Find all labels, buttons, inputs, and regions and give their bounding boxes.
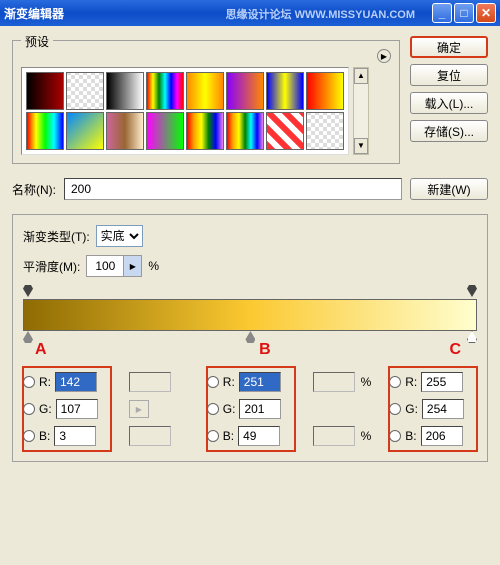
smoothness-input[interactable]: 100▶	[86, 255, 142, 277]
watermark-text: 思缘设计论坛 WWW.MISSYUAN.COM	[226, 6, 415, 22]
maximize-button[interactable]: □	[454, 3, 474, 23]
disabled-field	[313, 426, 355, 446]
color-stop[interactable]	[245, 331, 255, 343]
g-radio[interactable]	[207, 403, 219, 415]
preset-swatch[interactable]	[66, 112, 104, 150]
presets-scrollbar[interactable]	[353, 67, 369, 155]
preset-swatch[interactable]	[266, 72, 304, 110]
presets-fieldset: 预设 ▶	[12, 40, 400, 164]
g-input[interactable]: 254	[422, 399, 464, 419]
gradient-type-label: 渐变类型(T):	[23, 228, 90, 245]
b-radio[interactable]	[207, 430, 219, 442]
r-radio[interactable]	[23, 376, 35, 388]
preset-swatch[interactable]	[186, 72, 224, 110]
preset-swatch[interactable]	[106, 72, 144, 110]
preset-swatch[interactable]	[226, 112, 264, 150]
reset-button[interactable]: 复位	[410, 64, 488, 86]
disabled-field	[129, 426, 171, 446]
stop-a-column: R:142 G:107 B:3	[23, 367, 111, 451]
r-input[interactable]: 251	[239, 372, 281, 392]
stop-b-column: R:251 G:201 B:49	[207, 367, 295, 451]
g-input[interactable]: 201	[239, 399, 281, 419]
minimize-button[interactable]: _	[432, 3, 452, 23]
gradient-config: 渐变类型(T): 实底 平滑度(M): 100▶ % A B C	[12, 214, 488, 462]
preset-swatch[interactable]	[306, 112, 344, 150]
ok-button[interactable]: 确定	[410, 36, 488, 58]
load-button[interactable]: 载入(L)...	[410, 92, 488, 114]
r-radio[interactable]	[389, 376, 401, 388]
gradient-type-select[interactable]: 实底	[96, 225, 143, 247]
b-input[interactable]: 3	[54, 426, 96, 446]
opacity-stop[interactable]	[23, 285, 33, 297]
preset-swatch[interactable]	[306, 72, 344, 110]
gradient-bar[interactable]	[23, 299, 477, 331]
percent-label: %	[148, 259, 159, 273]
g-radio[interactable]	[389, 403, 401, 415]
r-radio[interactable]	[207, 376, 219, 388]
opacity-stop[interactable]	[467, 285, 477, 297]
preset-swatch[interactable]	[26, 112, 64, 150]
color-stop[interactable]	[23, 331, 33, 343]
b-radio[interactable]	[389, 430, 401, 442]
preset-swatch[interactable]	[226, 72, 264, 110]
b-radio[interactable]	[23, 430, 35, 442]
name-input[interactable]: 200	[64, 178, 402, 200]
preset-swatch[interactable]	[106, 112, 144, 150]
opacity-stops-rail[interactable]	[23, 285, 477, 299]
save-button[interactable]: 存储(S)...	[410, 120, 488, 142]
marker-a: A	[35, 341, 47, 359]
disabled-field	[129, 372, 171, 392]
name-label: 名称(N):	[12, 181, 56, 198]
arrow-button: ▶	[129, 400, 149, 418]
b-input[interactable]: 49	[238, 426, 280, 446]
close-button[interactable]: ✕	[476, 3, 496, 23]
b-input[interactable]: 206	[421, 426, 463, 446]
smoothness-label: 平滑度(M):	[23, 258, 80, 275]
preset-swatch[interactable]	[146, 72, 184, 110]
preset-swatches[interactable]	[21, 67, 349, 155]
preset-swatch[interactable]	[266, 112, 304, 150]
marker-b: B	[259, 341, 271, 359]
color-stop[interactable]	[467, 331, 477, 343]
r-input[interactable]: 255	[421, 372, 463, 392]
preset-swatch[interactable]	[66, 72, 104, 110]
stop-c-column: R:255 G:254 B:206	[389, 367, 477, 451]
presets-menu-icon[interactable]: ▶	[377, 49, 391, 63]
color-stops-rail[interactable]	[23, 331, 477, 345]
preset-swatch[interactable]	[146, 112, 184, 150]
window-title: 渐变编辑器	[4, 5, 64, 22]
preset-swatch[interactable]	[26, 72, 64, 110]
presets-label: 预设	[21, 33, 53, 50]
g-radio[interactable]	[23, 403, 35, 415]
title-bar: 渐变编辑器 思缘设计论坛 WWW.MISSYUAN.COM _ □ ✕	[0, 0, 500, 26]
new-button[interactable]: 新建(W)	[410, 178, 488, 200]
r-input[interactable]: 142	[55, 372, 97, 392]
g-input[interactable]: 107	[56, 399, 98, 419]
marker-c: C	[449, 341, 461, 359]
preset-swatch[interactable]	[186, 112, 224, 150]
disabled-field	[313, 372, 355, 392]
